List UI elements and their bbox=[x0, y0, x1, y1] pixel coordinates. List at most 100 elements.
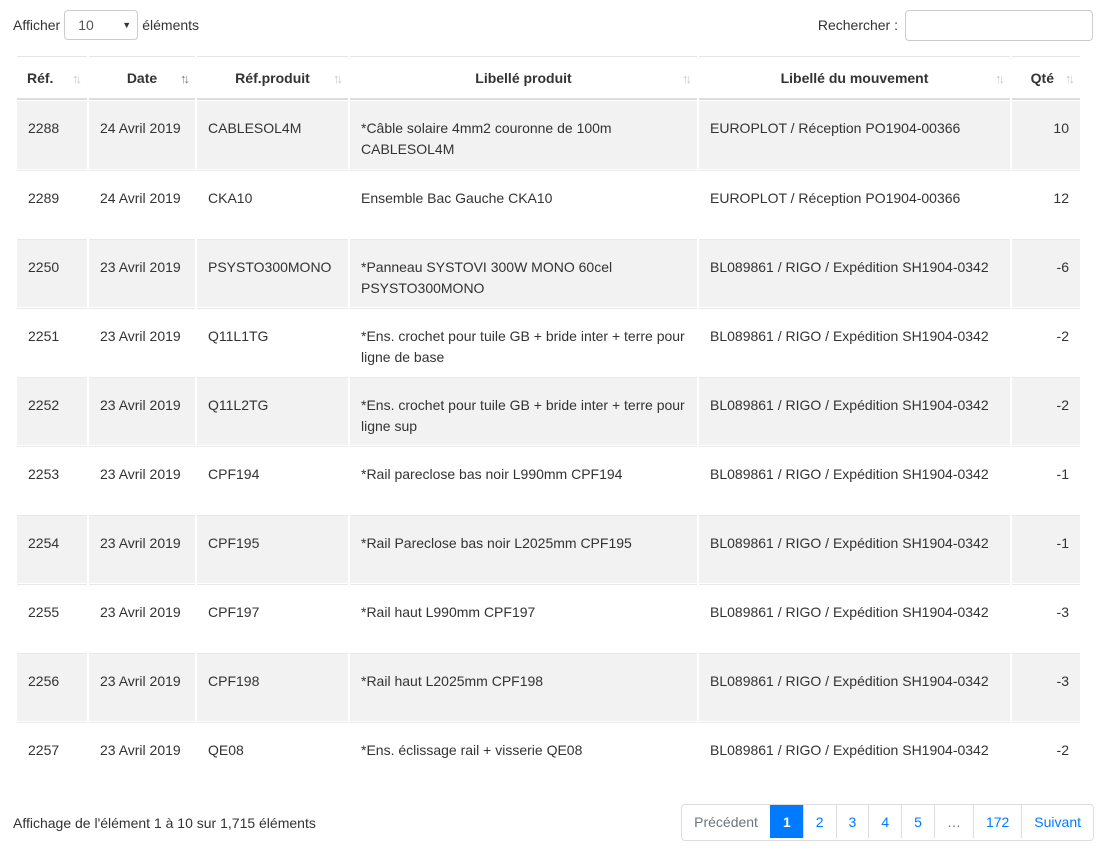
caret-down-icon: ▼ bbox=[122, 20, 132, 30]
cell-movement-label: EUROPLOT / Réception PO1904-00366 bbox=[699, 101, 1010, 169]
pagination-ellipsis: … bbox=[933, 805, 973, 838]
cell-ref: 2252 bbox=[17, 377, 87, 445]
cell-date: 23 Avril 2019 bbox=[89, 446, 195, 514]
page-button-3[interactable]: 3 bbox=[835, 805, 869, 838]
cell-product-ref: QE08 bbox=[197, 722, 348, 790]
column-header-label: Libellé du mouvement bbox=[780, 69, 929, 86]
table-header-row: Réf. ↑↓ Date ↑↓ Réf.produit ↑↓ Libellé p… bbox=[17, 56, 1080, 100]
page-length-control: Afficher 10 ▼ éléments bbox=[13, 9, 199, 41]
table-row: 2255 23 Avril 2019 CPF197 *Rail haut L99… bbox=[17, 584, 1080, 652]
column-header-label: Libellé produit bbox=[475, 69, 572, 86]
cell-product-label: *Rail pareclose bas noir L990mm CPF194 bbox=[350, 446, 697, 514]
cell-date: 23 Avril 2019 bbox=[89, 377, 195, 445]
table-controls: Afficher 10 ▼ éléments Rechercher : bbox=[13, 9, 1093, 41]
table-row: 2250 23 Avril 2019 PSYSTO300MONO *Pannea… bbox=[17, 239, 1080, 307]
cell-product-label: *Panneau SYSTOVI 300W MONO 60cel PSYSTO3… bbox=[350, 239, 697, 307]
cell-ref: 2256 bbox=[17, 653, 87, 721]
next-page-button[interactable]: Suivant bbox=[1021, 805, 1093, 838]
cell-date: 23 Avril 2019 bbox=[89, 722, 195, 790]
cell-ref: 2250 bbox=[17, 239, 87, 307]
cell-ref: 2289 bbox=[17, 170, 87, 238]
column-header-ref[interactable]: Réf. ↑↓ bbox=[17, 56, 87, 100]
cell-product-ref: PSYSTO300MONO bbox=[197, 239, 348, 307]
cell-date: 23 Avril 2019 bbox=[89, 239, 195, 307]
cell-product-label: *Câble solaire 4mm2 couronne de 100m CAB… bbox=[350, 101, 697, 169]
cell-qty: 12 bbox=[1012, 170, 1080, 238]
table-row: 2253 23 Avril 2019 CPF194 *Rail pareclos… bbox=[17, 446, 1080, 514]
cell-product-ref: Q11L1TG bbox=[197, 308, 348, 376]
cell-movement-label: BL089861 / RIGO / Expédition SH1904-0342 bbox=[699, 308, 1010, 376]
table-row: 2289 24 Avril 2019 CKA10 Ensemble Bac Ga… bbox=[17, 170, 1080, 238]
cell-product-label: *Rail Pareclose bas noir L2025mm CPF195 bbox=[350, 515, 697, 583]
cell-movement-label: BL089861 / RIGO / Expédition SH1904-0342 bbox=[699, 653, 1010, 721]
cell-movement-label: EUROPLOT / Réception PO1904-00366 bbox=[699, 170, 1010, 238]
cell-product-ref: CKA10 bbox=[197, 170, 348, 238]
cell-movement-label: BL089861 / RIGO / Expédition SH1904-0342 bbox=[699, 239, 1010, 307]
cell-product-ref: CPF194 bbox=[197, 446, 348, 514]
cell-date: 23 Avril 2019 bbox=[89, 584, 195, 652]
cell-ref: 2251 bbox=[17, 308, 87, 376]
sort-arrows-icon: ↑↓ bbox=[180, 71, 190, 86]
cell-movement-label: BL089861 / RIGO / Expédition SH1904-0342 bbox=[699, 722, 1010, 790]
cell-ref: 2253 bbox=[17, 446, 87, 514]
cell-product-label: Ensemble Bac Gauche CKA10 bbox=[350, 170, 697, 238]
cell-qty: -1 bbox=[1012, 515, 1080, 583]
cell-movement-label: BL089861 / RIGO / Expédition SH1904-0342 bbox=[699, 584, 1010, 652]
cell-qty: -1 bbox=[1012, 446, 1080, 514]
table-row: 2288 24 Avril 2019 CABLESOL4M *Câble sol… bbox=[17, 101, 1080, 169]
page-length-select[interactable]: 10 ▼ bbox=[64, 10, 139, 40]
movements-table: Réf. ↑↓ Date ↑↓ Réf.produit ↑↓ Libellé p… bbox=[15, 55, 1082, 791]
page-length-value: 10 bbox=[78, 17, 94, 33]
table-row: 2254 23 Avril 2019 CPF195 *Rail Pareclos… bbox=[17, 515, 1080, 583]
length-prefix-label: Afficher bbox=[13, 17, 61, 33]
length-suffix-label: éléments bbox=[142, 17, 200, 33]
column-header-date[interactable]: Date ↑↓ bbox=[89, 56, 195, 100]
cell-qty: -2 bbox=[1012, 377, 1080, 445]
cell-date: 23 Avril 2019 bbox=[89, 653, 195, 721]
page-button-4[interactable]: 4 bbox=[868, 805, 902, 838]
cell-movement-label: BL089861 / RIGO / Expédition SH1904-0342 bbox=[699, 446, 1010, 514]
column-header-label: Qté bbox=[1030, 69, 1054, 86]
sort-arrows-icon: ↑↓ bbox=[72, 71, 82, 86]
cell-date: 24 Avril 2019 bbox=[89, 101, 195, 169]
cell-product-ref: CPF195 bbox=[197, 515, 348, 583]
table-row: 2256 23 Avril 2019 CPF198 *Rail haut L20… bbox=[17, 653, 1080, 721]
page-button-1[interactable]: 1 bbox=[769, 805, 803, 838]
sort-arrows-icon: ↑↓ bbox=[682, 71, 692, 86]
cell-qty: -3 bbox=[1012, 584, 1080, 652]
sort-arrows-icon: ↑↓ bbox=[333, 71, 343, 86]
table-row: 2257 23 Avril 2019 QE08 *Ens. éclissage … bbox=[17, 722, 1080, 790]
cell-product-ref: CPF197 bbox=[197, 584, 348, 652]
search-input[interactable] bbox=[905, 9, 1093, 41]
table-row: 2251 23 Avril 2019 Q11L1TG *Ens. crochet… bbox=[17, 308, 1080, 376]
cell-movement-label: BL089861 / RIGO / Expédition SH1904-0342 bbox=[699, 377, 1010, 445]
cell-qty: -2 bbox=[1012, 722, 1080, 790]
cell-product-ref: Q11L2TG bbox=[197, 377, 348, 445]
cell-product-ref: CPF198 bbox=[197, 653, 348, 721]
column-header-label: Réf.produit bbox=[235, 69, 310, 86]
page-button-2[interactable]: 2 bbox=[802, 805, 836, 838]
cell-product-label: *Rail haut L990mm CPF197 bbox=[350, 584, 697, 652]
cell-product-ref: CABLESOL4M bbox=[197, 101, 348, 169]
cell-product-label: *Ens. crochet pour tuile GB + bride inte… bbox=[350, 308, 697, 376]
cell-date: 23 Avril 2019 bbox=[89, 308, 195, 376]
column-header-product-ref[interactable]: Réf.produit ↑↓ bbox=[197, 56, 348, 100]
cell-qty: 10 bbox=[1012, 101, 1080, 169]
pagination: Précédent 1 2 3 4 5 … 172 Suivant bbox=[681, 804, 1094, 841]
cell-date: 24 Avril 2019 bbox=[89, 170, 195, 238]
column-header-label: Réf. bbox=[27, 69, 54, 86]
page-button-last[interactable]: 172 bbox=[972, 805, 1022, 838]
previous-page-button[interactable]: Précédent bbox=[682, 805, 770, 838]
cell-qty: -3 bbox=[1012, 653, 1080, 721]
cell-date: 23 Avril 2019 bbox=[89, 515, 195, 583]
column-header-movement-label[interactable]: Libellé du mouvement ↑↓ bbox=[699, 56, 1010, 100]
cell-ref: 2254 bbox=[17, 515, 87, 583]
column-header-product-label[interactable]: Libellé produit ↑↓ bbox=[350, 56, 697, 100]
cell-qty: -2 bbox=[1012, 308, 1080, 376]
cell-product-label: *Ens. éclissage rail + visserie QE08 bbox=[350, 722, 697, 790]
cell-movement-label: BL089861 / RIGO / Expédition SH1904-0342 bbox=[699, 515, 1010, 583]
column-header-qty[interactable]: Qté ↑↓ bbox=[1012, 56, 1080, 100]
cell-ref: 2288 bbox=[17, 101, 87, 169]
page-button-5[interactable]: 5 bbox=[901, 805, 934, 838]
cell-ref: 2255 bbox=[17, 584, 87, 652]
